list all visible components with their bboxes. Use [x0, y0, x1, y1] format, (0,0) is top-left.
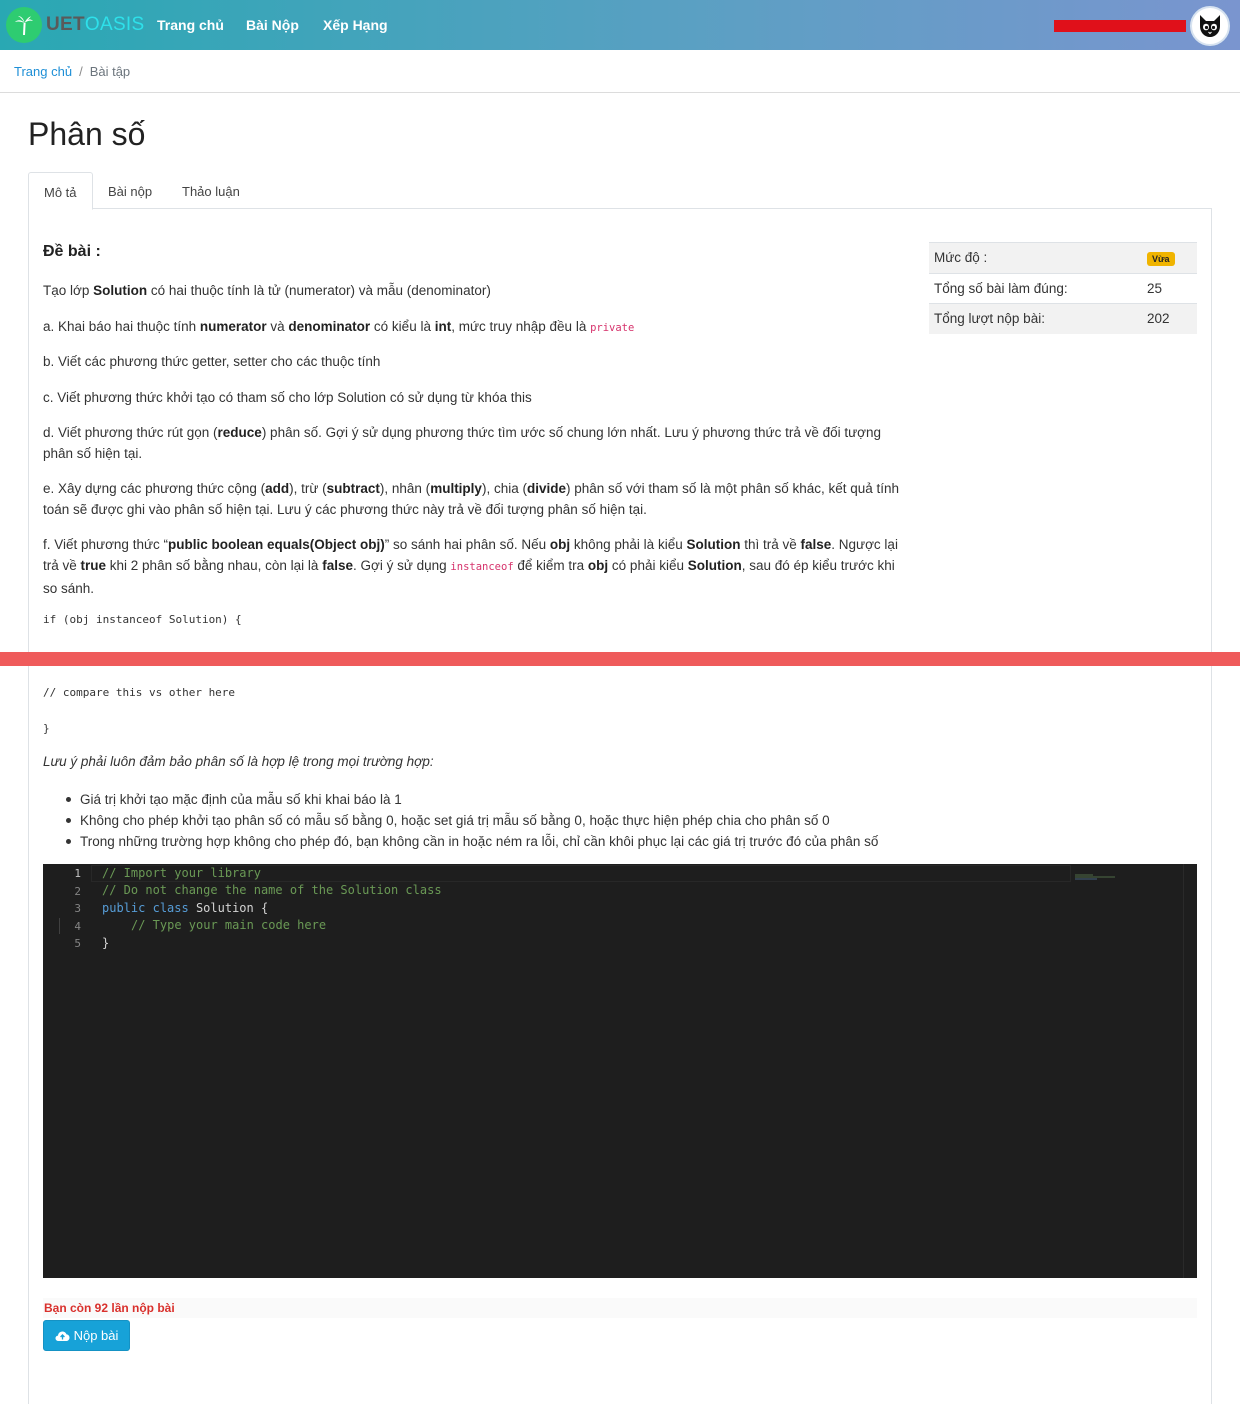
- submissions-value: 202: [1147, 311, 1170, 327]
- editor-gutter: 1 2 3 4 5: [43, 864, 91, 1278]
- site-logo[interactable]: UETOASIS: [6, 6, 144, 44]
- problem-tabs: Mô tả Bài nộp Thảo luận: [28, 172, 1212, 210]
- code-editor[interactable]: 1 2 3 4 5 // Import your library // Do n…: [43, 864, 1197, 1278]
- submit-button-label: Nộp bài: [73, 1328, 119, 1343]
- line-number: 2: [74, 885, 81, 898]
- breadcrumb-separator: /: [79, 64, 83, 79]
- problem-item-b: b. Viết các phương thức getter, setter c…: [43, 354, 381, 369]
- validity-note: Lưu ý phải luôn đảm bảo phân số là hợp l…: [43, 754, 434, 769]
- submissions-label: Tổng lượt nộp bài:: [934, 311, 1045, 327]
- line-number: 5: [74, 937, 81, 950]
- problem-item-d: d. Viết phương thức rút gọn (reduce) phâ…: [43, 425, 882, 461]
- code-snippet-line-3: }: [43, 722, 50, 735]
- code-snippet-line-1: if (obj instanceof Solution) {: [43, 613, 242, 626]
- problem-item-e: e. Xây dựng các phương thức cộng (add), …: [43, 481, 900, 517]
- tab-description[interactable]: Mô tả: [28, 172, 93, 210]
- problem-info-table: Mức độ : Vừa Tổng số bài làm đúng: 25 Tổ…: [929, 242, 1197, 334]
- correct-value: 25: [1147, 280, 1163, 296]
- palm-tree-icon: [6, 7, 42, 43]
- list-item: Giá trị khởi tạo mặc định của mẫu số khi…: [65, 789, 878, 810]
- submit-button[interactable]: Nộp bài: [43, 1320, 130, 1351]
- list-item: Trong những trường hợp không cho phép đó…: [65, 831, 878, 852]
- list-item: Không cho phép khởi tạo phân số có mẫu s…: [65, 810, 878, 831]
- correct-label: Tổng số bài làm đúng:: [934, 280, 1068, 296]
- breadcrumb-divider: [0, 92, 1240, 93]
- breadcrumb-home-link[interactable]: Trang chủ: [14, 64, 72, 79]
- tab-submissions[interactable]: Bài nộp: [93, 172, 167, 209]
- user-avatar[interactable]: [1190, 6, 1230, 46]
- top-navbar: UETOASIS Trang chủ Bài Nộp Xếp Hạng: [0, 0, 1240, 50]
- cat-avatar-icon: [1200, 15, 1220, 37]
- indent-guide: [59, 918, 60, 934]
- redacted-username: [1054, 20, 1186, 32]
- editor-line-4: // Type your main code here: [131, 918, 327, 932]
- level-label: Mức độ :: [934, 250, 988, 266]
- nav-link-submissions[interactable]: Bài Nộp: [246, 17, 299, 33]
- editor-line-1: // Import your library: [102, 866, 261, 880]
- page-title: Phân số: [28, 116, 146, 152]
- breadcrumb-current: Bài tập: [89, 64, 131, 79]
- problem-heading: Đề bài :: [43, 243, 101, 260]
- editor-line-2: // Do not change the name of the Solutio…: [102, 883, 442, 897]
- breadcrumb: Trang chủ / Bài tập: [14, 64, 130, 79]
- problem-item-c: c. Viết phương thức khởi tạo có tham số …: [43, 390, 532, 405]
- problem-item-a: a. Khai báo hai thuộc tính numerator và …: [43, 319, 635, 334]
- nav-link-home[interactable]: Trang chủ: [157, 17, 224, 33]
- line-number: 1: [74, 867, 81, 880]
- cloud-upload-icon: [55, 1331, 70, 1341]
- editor-scrollbar[interactable]: [1183, 864, 1197, 1278]
- code-snippet-line-2: // compare this vs other here: [43, 686, 236, 699]
- inline-code-instanceof: instanceof: [450, 561, 514, 573]
- remaining-submissions-text: Bạn còn 92 lần nộp bài: [43, 1298, 1197, 1318]
- logo-text-oasis: OASIS: [84, 14, 145, 35]
- editor-minimap[interactable]: [1075, 867, 1119, 880]
- info-row-correct: Tổng số bài làm đúng: 25: [929, 272, 1197, 304]
- logo-text-uet: UET: [46, 14, 85, 35]
- problem-item-f: f. Viết phương thức “public boolean equa…: [43, 537, 898, 596]
- screenshot-divider: [0, 652, 1240, 666]
- info-row-level: Mức độ : Vừa: [929, 242, 1197, 273]
- info-row-submissions: Tổng lượt nộp bài: 202: [929, 303, 1197, 334]
- validity-rules-list: Giá trị khởi tạo mặc định của mẫu số khi…: [65, 789, 878, 852]
- difficulty-badge: Vừa: [1147, 252, 1175, 266]
- inline-code-private: private: [590, 322, 635, 334]
- nav-link-ranking[interactable]: Xếp Hạng: [323, 17, 388, 33]
- editor-line-3: public class Solution {: [102, 901, 269, 915]
- line-number: 4: [74, 920, 81, 933]
- line-number: 3: [74, 902, 81, 915]
- editor-line-5: }: [102, 936, 110, 950]
- problem-intro: Tạo lớp Solution có hai thuộc tính là tử…: [43, 283, 491, 298]
- tab-discussion[interactable]: Thảo luận: [167, 172, 255, 209]
